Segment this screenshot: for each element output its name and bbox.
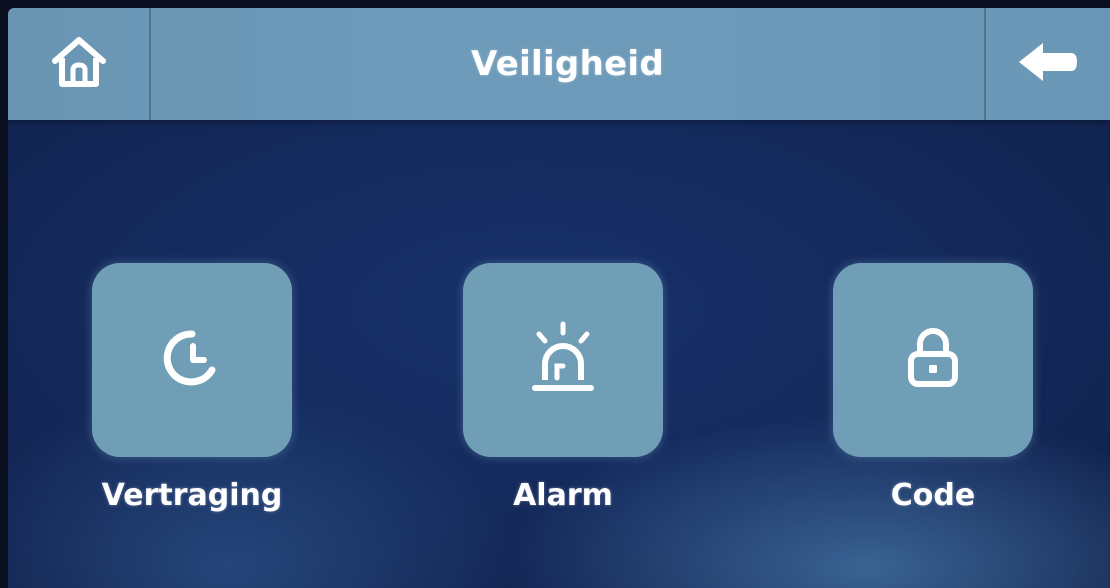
page-title: Veiligheid: [470, 44, 665, 84]
screen: Veiligheid Vertraging Alarm Code: [8, 8, 1110, 588]
clock-delay-icon: [160, 326, 224, 395]
siren-icon: [527, 320, 599, 401]
vertraging-tile[interactable]: [92, 263, 292, 457]
home-button[interactable]: [8, 8, 151, 120]
lock-icon: [905, 326, 961, 395]
vertraging-label: Vertraging: [101, 478, 283, 513]
code-label: Code: [890, 478, 976, 513]
alarm-label: Alarm: [513, 478, 613, 513]
arrow-left-icon: [1015, 39, 1081, 90]
back-button[interactable]: [984, 8, 1110, 120]
top-bar: Veiligheid: [8, 8, 1110, 120]
home-icon: [49, 34, 109, 95]
alarm-tile[interactable]: [463, 263, 663, 457]
code-tile[interactable]: [833, 263, 1033, 457]
